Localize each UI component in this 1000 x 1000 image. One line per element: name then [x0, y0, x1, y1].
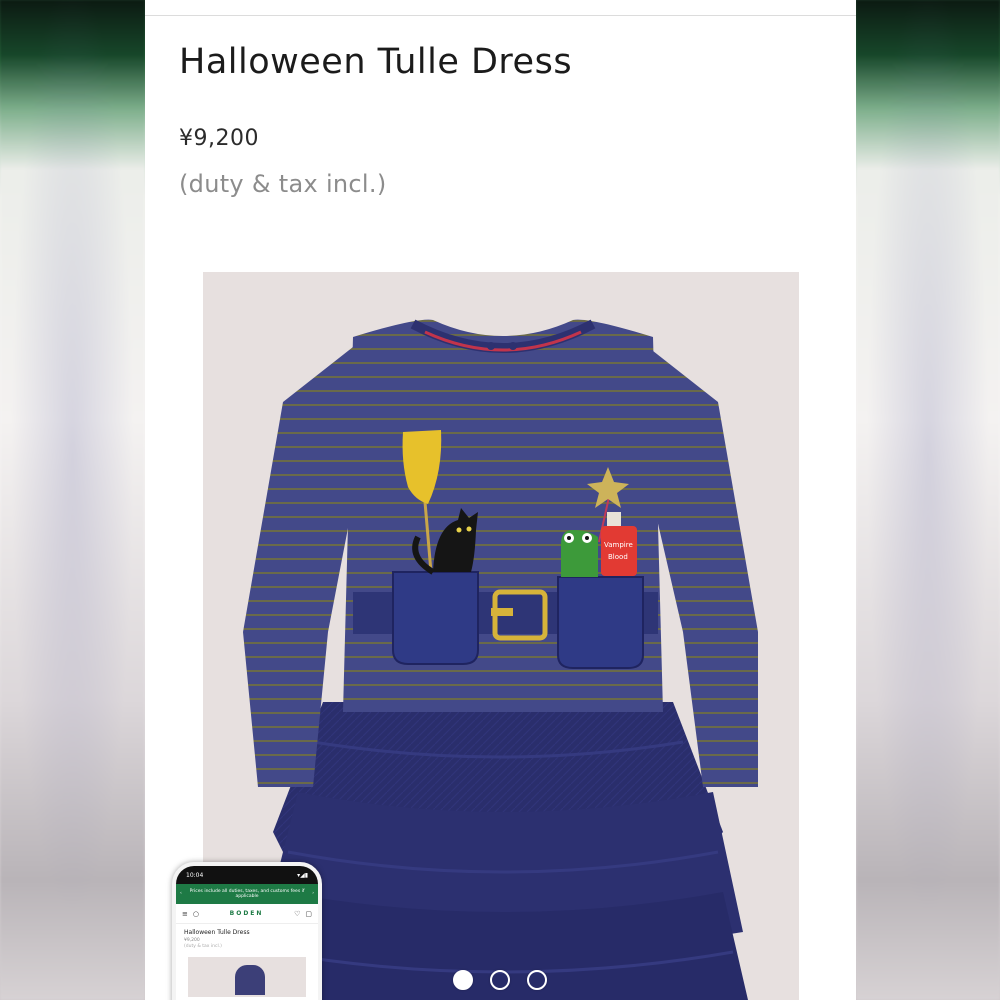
phone-banner: ‹ Prices include all duties, taxes, and … [176, 884, 318, 904]
phone-banner-text: Prices include all duties, taxes, and cu… [189, 888, 305, 899]
product-title: Halloween Tulle Dress [179, 42, 573, 82]
blurred-background-right [856, 0, 1000, 1000]
product-price: ¥9,200 [179, 126, 259, 151]
carousel-dots [453, 970, 547, 990]
menu-icon[interactable]: ≡ [182, 910, 188, 918]
phone-product-image [188, 957, 306, 997]
blurred-background-left [0, 0, 145, 1000]
carousel-dot-3[interactable] [527, 970, 547, 990]
phone-preview: 10:04 ▾◢▮ ‹ Prices include all duties, t… [172, 862, 322, 1000]
phone-logo[interactable]: BODEN [230, 910, 264, 917]
phone-status-bar: 10:04 ▾◢▮ [176, 866, 318, 884]
bag-icon[interactable]: ▢ [305, 910, 312, 918]
tax-note: (duty & tax incl.) [179, 170, 387, 198]
phone-product-title: Halloween Tulle Dress [184, 929, 250, 936]
svg-text:Vampire: Vampire [604, 541, 633, 549]
carousel-dot-2[interactable] [490, 970, 510, 990]
header-divider [145, 15, 856, 16]
carousel-dot-1[interactable] [453, 970, 473, 990]
chevron-right-icon[interactable]: › [312, 891, 314, 896]
phone-signal-icon: ▾◢▮ [297, 871, 308, 879]
phone-nav: ≡ ○ BODEN ♡ ▢ [176, 904, 318, 924]
product-panel: Halloween Tulle Dress ¥9,200 (duty & tax… [145, 0, 856, 1000]
svg-text:Blood: Blood [608, 553, 628, 561]
phone-tax-note: (duty & tax incl.) [184, 944, 222, 949]
search-icon[interactable]: ○ [193, 910, 199, 918]
heart-icon[interactable]: ♡ [294, 910, 300, 918]
phone-time: 10:04 [186, 871, 204, 879]
tulle-skirt [253, 702, 748, 1000]
